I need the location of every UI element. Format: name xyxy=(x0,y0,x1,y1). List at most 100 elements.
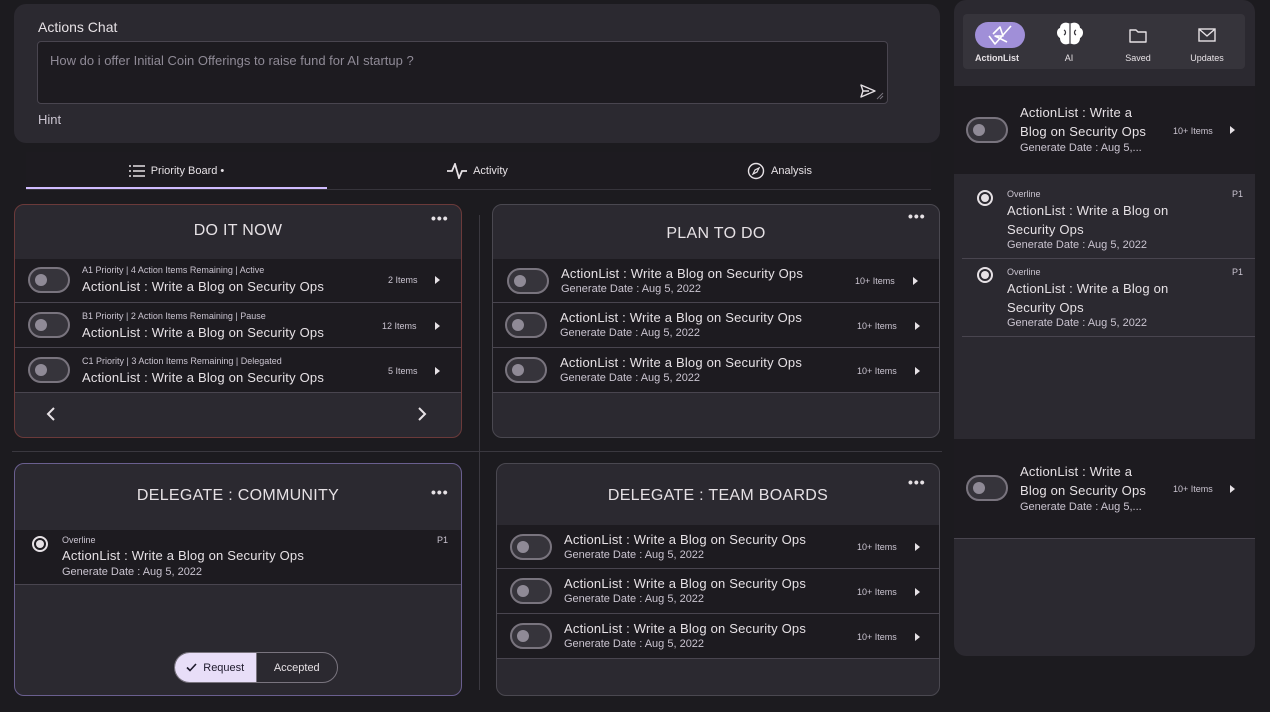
row-subtitle: Generate Date : Aug 5,... xyxy=(1020,501,1142,513)
row-subtitle: Generate Date : Aug 5, 2022 xyxy=(564,593,705,605)
active-tab-indicator xyxy=(26,187,327,189)
chevron-right-icon[interactable] xyxy=(435,322,440,330)
chevron-right-icon[interactable] xyxy=(1230,126,1235,134)
segment-label: Request xyxy=(203,661,245,674)
do-it-now-card: DO IT NOW ••• A1 Priority | 4 Action Ite… xyxy=(14,204,462,438)
row-title: ActionList : Write a Blog on Security Op… xyxy=(564,532,807,547)
list-item[interactable]: ActionList : Write a Blog on Security Op… xyxy=(497,569,939,614)
list-item[interactable]: ActionList : Write a Blog on Security Op… xyxy=(497,614,939,659)
right-sidebar: ActionList AI Saved Updates ActionList :… xyxy=(954,0,1255,656)
row-count: 5 Items xyxy=(388,366,418,376)
nav-item-updates[interactable]: Updates xyxy=(1173,14,1241,69)
resize-grip-icon[interactable] xyxy=(876,92,884,100)
radio-button[interactable] xyxy=(32,536,48,552)
row-count: 12 Items xyxy=(382,321,417,331)
row-title-line2: Security Ops xyxy=(1007,222,1084,237)
row-count: 10+ Items xyxy=(1173,126,1213,136)
more-options-icon[interactable]: ••• xyxy=(908,208,926,224)
row-title: ActionList : Write a Blog on Security Op… xyxy=(560,310,803,325)
row-overline: C1 Priority | 3 Action Items Remaining |… xyxy=(82,356,282,366)
row-title: ActionList : Write a Blog on Security Op… xyxy=(62,548,305,563)
tab-activity[interactable]: Activity xyxy=(327,152,628,190)
request-status-segmented: Request Accepted xyxy=(174,652,338,683)
row-overline: Overline xyxy=(1007,267,1041,277)
chevron-right-icon[interactable] xyxy=(416,407,428,421)
toggle-switch[interactable] xyxy=(505,312,547,338)
sidebar-bottom-card[interactable]: ActionList : Write a Blog on Security Op… xyxy=(954,439,1255,539)
activity-icon xyxy=(447,163,468,179)
row-subtitle: Generate Date : Aug 5, 2022 xyxy=(564,638,705,650)
row-title-line1: ActionList : Write a Blog on xyxy=(1007,281,1169,296)
row-title-line2: Blog on Security Ops xyxy=(1020,483,1147,498)
card-title: DELEGATE : COMMUNITY xyxy=(136,487,340,504)
chat-title: Actions Chat xyxy=(38,19,118,35)
list-item[interactable]: ActionList : Write a Blog on Security Op… xyxy=(493,303,939,348)
tab-priority-board[interactable]: Priority Board • xyxy=(26,152,327,190)
toggle-switch[interactable] xyxy=(966,475,1008,501)
more-options-icon[interactable]: ••• xyxy=(431,484,449,500)
accepted-segment[interactable]: Accepted xyxy=(255,653,338,682)
toggle-switch[interactable] xyxy=(510,578,552,604)
list-item[interactable]: ActionList : Write a Blog on Security Op… xyxy=(497,525,939,569)
radio-button[interactable] xyxy=(977,267,993,283)
list-item[interactable]: ActionList : Write a Blog on Security Op… xyxy=(493,259,939,303)
more-options-icon[interactable]: ••• xyxy=(908,474,926,490)
toggle-switch[interactable] xyxy=(507,268,549,294)
card-title: DO IT NOW xyxy=(193,222,283,239)
card-title: PLAN TO DO xyxy=(666,225,766,242)
chevron-right-icon[interactable] xyxy=(913,277,918,285)
toggle-switch[interactable] xyxy=(28,357,70,383)
toggle-switch[interactable] xyxy=(505,357,547,383)
row-title: ActionList : Write a Blog on Security Op… xyxy=(564,621,807,636)
tab-label: Analysis xyxy=(771,165,812,177)
list-item[interactable]: A1 Priority | 4 Action Items Remaining |… xyxy=(15,259,461,303)
chevron-right-icon[interactable] xyxy=(435,276,440,284)
radio-button[interactable] xyxy=(977,190,993,206)
list-item[interactable]: C1 Priority | 3 Action Items Remaining |… xyxy=(15,348,461,393)
tab-label: Priority Board • xyxy=(150,165,225,177)
toggle-switch[interactable] xyxy=(966,117,1008,143)
toggle-switch[interactable] xyxy=(510,534,552,560)
row-count: 10+ Items xyxy=(857,587,897,597)
nav-item-saved[interactable]: Saved xyxy=(1104,14,1172,69)
list-item[interactable]: Overline ActionList : Write a Blog on Se… xyxy=(962,261,1255,337)
chevron-right-icon[interactable] xyxy=(435,367,440,375)
list-icon xyxy=(128,165,145,177)
board-tabs: Priority Board • Activity Analysis xyxy=(26,152,931,190)
tab-analysis[interactable]: Analysis xyxy=(628,152,931,190)
chevron-right-icon[interactable] xyxy=(915,367,920,375)
row-overline: Overline xyxy=(1007,189,1041,199)
chevron-right-icon[interactable] xyxy=(915,588,920,596)
chevron-right-icon[interactable] xyxy=(915,633,920,641)
chevron-right-icon[interactable] xyxy=(1230,485,1235,493)
more-options-icon[interactable]: ••• xyxy=(431,210,449,226)
board-vertical-divider xyxy=(479,215,480,690)
toggle-switch[interactable] xyxy=(28,312,70,338)
nav-item-actionlist[interactable]: ActionList xyxy=(963,14,1031,69)
tab-label: Activity xyxy=(473,165,508,177)
row-count: 10+ Items xyxy=(855,276,895,286)
chevron-right-icon[interactable] xyxy=(915,543,920,551)
list-item[interactable]: ActionList : Write a Blog on Security Op… xyxy=(493,348,939,393)
active-nav-pill xyxy=(975,22,1025,48)
sidebar-top-card[interactable]: ActionList : Write a Blog on Security Op… xyxy=(954,86,1255,174)
chat-input[interactable]: How do i offer Initial Coin Offerings to… xyxy=(37,41,888,104)
chevron-right-icon[interactable] xyxy=(915,322,920,330)
request-segment[interactable]: Request xyxy=(175,653,256,682)
row-overline: B1 Priority | 2 Action Items Remaining |… xyxy=(82,311,266,321)
send-icon[interactable] xyxy=(860,84,876,98)
chevron-left-icon[interactable] xyxy=(45,407,57,421)
chat-hint: Hint xyxy=(38,112,62,127)
priority-label: P1 xyxy=(1232,189,1244,199)
row-subtitle: Generate Date : Aug 5, 2022 xyxy=(560,372,701,384)
toggle-switch[interactable] xyxy=(510,623,552,649)
list-item[interactable]: B1 Priority | 2 Action Items Remaining |… xyxy=(15,303,461,348)
toggle-switch[interactable] xyxy=(28,267,70,293)
board-horizontal-divider xyxy=(12,451,942,452)
list-item[interactable]: Overline ActionList : Write a Blog on Se… xyxy=(962,183,1255,259)
row-subtitle: Generate Date : Aug 5,... xyxy=(1020,142,1142,154)
list-item[interactable]: Overline ActionList : Write a Blog on Se… xyxy=(15,530,461,585)
nav-item-ai[interactable]: AI xyxy=(1035,14,1103,69)
row-subtitle: Generate Date : Aug 5, 2022 xyxy=(564,549,705,561)
row-title-line1: ActionList : Write a xyxy=(1020,105,1133,120)
